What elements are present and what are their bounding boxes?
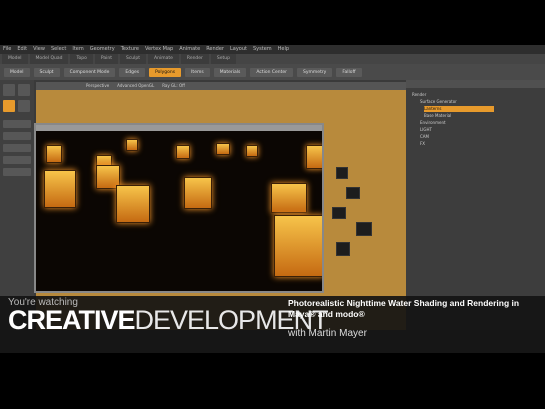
tab-model-quad[interactable]: Model Quad	[29, 54, 69, 64]
tab-paint[interactable]: Paint	[94, 54, 118, 64]
tool-category-button[interactable]	[3, 132, 31, 140]
viewport-tab-opengl[interactable]: Advanced OpenGL	[117, 82, 154, 90]
model-button[interactable]: Model	[4, 67, 30, 77]
lantern-glow	[46, 145, 62, 163]
menu-edit[interactable]: Edit	[17, 45, 27, 54]
tab-topo[interactable]: Topo	[70, 54, 93, 64]
edges-button[interactable]: Edges	[119, 67, 146, 77]
lantern-glow	[274, 215, 322, 277]
tab-animate[interactable]: Animate	[148, 54, 179, 64]
menu-geometry[interactable]: Geometry	[90, 45, 115, 54]
menu-texture[interactable]: Texture	[121, 45, 139, 54]
panel-header	[406, 80, 545, 88]
tab-sculpt[interactable]: Sculpt	[119, 54, 147, 64]
symmetry-button[interactable]: Symmetry	[297, 67, 333, 77]
menu-vertex-map[interactable]: Vertex Map	[145, 45, 173, 54]
lantern-glow	[216, 143, 230, 155]
scale-tool-icon[interactable]	[18, 100, 30, 112]
menu-select[interactable]: Select	[51, 45, 66, 54]
materials-button[interactable]: Materials	[213, 67, 247, 77]
brand-logo: CREATIVEDEVELOPMENT	[8, 305, 329, 336]
render-window-titlebar[interactable]	[36, 125, 322, 131]
polygons-button[interactable]: Polygons	[149, 67, 182, 77]
course-title: Photorealistic Nighttime Water Shading a…	[288, 298, 520, 319]
lantern-glow	[246, 145, 258, 157]
transform-tool-icon[interactable]	[3, 100, 15, 112]
item-row[interactable]: Environment	[420, 120, 446, 126]
tool-category-button[interactable]	[3, 144, 31, 152]
letterbox-top	[0, 0, 545, 45]
lantern-glow	[116, 185, 150, 223]
lantern-glow	[306, 145, 322, 169]
component-mode-button[interactable]: Component Mode	[63, 67, 116, 77]
item-row[interactable]: Surface Generator	[420, 99, 457, 105]
item-row[interactable]: LIGHT	[420, 127, 432, 133]
item-row[interactable]: FX	[420, 141, 425, 147]
falloff-button[interactable]: Falloff	[336, 67, 362, 77]
menu-item[interactable]: Item	[72, 45, 83, 54]
viewport-tabs: Perspective Advanced OpenGL Ray GL: Off	[36, 82, 406, 90]
item-row[interactable]: CAM	[420, 134, 429, 140]
action-center-button[interactable]: Action Center	[250, 67, 294, 77]
tool-category-button[interactable]	[3, 156, 31, 164]
menu-layout[interactable]: Layout	[230, 45, 247, 54]
item-row-selected[interactable]: Lanterns	[424, 106, 494, 112]
tab-setup[interactable]: Setup	[210, 54, 237, 64]
menu-render[interactable]: Render	[206, 45, 224, 54]
layout-tabs: Model Model Quad Topo Paint Sculpt Anima…	[0, 54, 545, 64]
author-label: with Martin Mayer	[288, 328, 367, 339]
rotate-tool-icon[interactable]	[18, 84, 30, 96]
tool-palette	[0, 80, 34, 330]
item-row[interactable]: Base Material	[424, 113, 451, 119]
menu-file[interactable]: File	[3, 45, 11, 54]
item-row[interactable]: Render	[412, 92, 426, 98]
lantern-glow	[271, 183, 307, 213]
menu-animate[interactable]: Animate	[179, 45, 200, 54]
items-button[interactable]: Items	[185, 67, 210, 77]
menu-system[interactable]: System	[253, 45, 272, 54]
menu-help[interactable]: Help	[278, 45, 289, 54]
tool-category-button[interactable]	[3, 120, 31, 128]
viewport-tab-perspective[interactable]: Perspective	[86, 82, 109, 90]
scene-box	[332, 207, 346, 219]
items-panel: Render Surface Generator Lanterns Base M…	[406, 80, 545, 330]
viewport-tab-raygl[interactable]: Ray GL: Off	[162, 82, 185, 90]
lantern-glow	[176, 145, 190, 159]
mode-toolbar: Model Sculpt Component Mode Edges Polygo…	[0, 64, 545, 80]
letterbox-bottom	[0, 353, 545, 409]
brand-part1: CREATIVE	[8, 305, 136, 335]
render-preview-window[interactable]	[34, 123, 324, 293]
menu-bar: File Edit View Select Item Geometry Text…	[0, 45, 545, 54]
scene-box	[336, 242, 350, 256]
menu-view[interactable]: View	[33, 45, 45, 54]
tab-render[interactable]: Render	[180, 54, 209, 64]
lantern-glow	[44, 170, 76, 208]
sculpt-button[interactable]: Sculpt	[33, 67, 60, 77]
scene-box	[336, 167, 348, 179]
tab-model[interactable]: Model	[2, 54, 28, 64]
lantern-glow	[184, 177, 212, 209]
scene-box	[346, 187, 360, 199]
tool-category-button[interactable]	[3, 168, 31, 176]
scene-box	[356, 222, 372, 236]
lantern-glow	[126, 139, 138, 151]
move-tool-icon[interactable]	[3, 84, 15, 96]
